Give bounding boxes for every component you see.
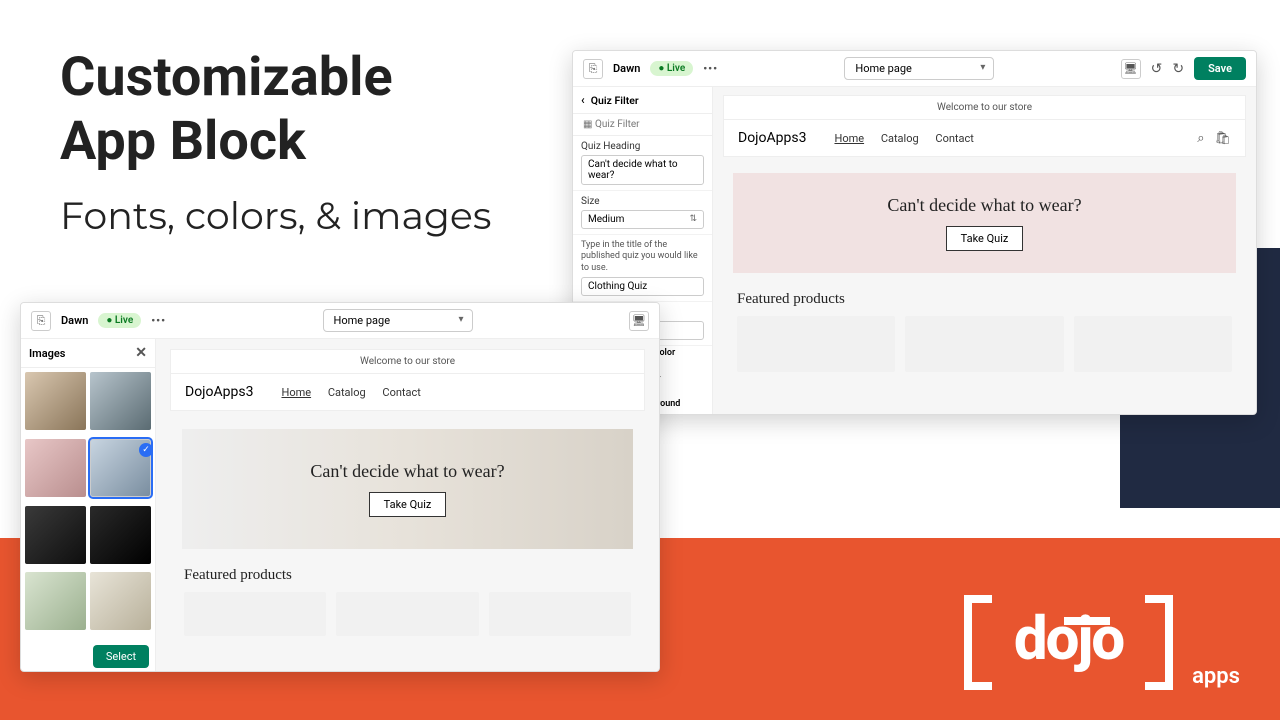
settings-header[interactable]: ‹ Quiz Filter — [573, 87, 712, 114]
editor-window-images: ⎘ Dawn ● Live ••• Home page 🖥 Images ✕ — [20, 302, 660, 672]
image-thumb[interactable] — [25, 439, 86, 497]
nav-contact[interactable]: Contact — [382, 386, 420, 399]
field-size: Size Medium — [573, 191, 712, 235]
quiz-heading-label: Quiz Heading — [581, 141, 704, 152]
announcement-bar: Welcome to our store — [723, 95, 1246, 120]
page-selector-dropdown[interactable]: Home page — [323, 309, 473, 332]
desktop-view-button[interactable]: 🖥 — [629, 311, 649, 331]
quiz-hint: Type in the title of the published quiz … — [581, 240, 704, 274]
image-thumb-selected[interactable] — [90, 439, 151, 497]
images-sidebar: Images ✕ Select — [21, 339, 156, 672]
quiz-block[interactable]: Can't decide what to wear? Take Quiz — [733, 173, 1236, 273]
announcement-bar: Welcome to our store — [170, 349, 645, 374]
undo-button[interactable]: ↺ — [1151, 61, 1163, 77]
image-thumb[interactable] — [90, 372, 151, 430]
image-thumb[interactable] — [25, 372, 86, 430]
back-icon[interactable]: ‹ — [581, 93, 585, 107]
live-badge: ● Live — [98, 313, 141, 328]
quiz-title-input[interactable]: Clothing Quiz — [581, 277, 704, 296]
store-brand: DojoApps3 — [185, 384, 253, 400]
featured-title: Featured products — [184, 567, 631, 584]
title-line-2: App Block — [60, 110, 306, 173]
quiz-heading-input[interactable]: Can't decide what to wear? — [581, 155, 704, 185]
store-preview: Welcome to our store DojoApps3 Home Cata… — [156, 339, 659, 672]
field-quiz-title: Type in the title of the published quiz … — [573, 235, 712, 302]
featured-cards — [184, 592, 631, 636]
brand-logo: dojo apps — [964, 595, 1240, 690]
quiz-heading: Can't decide what to wear? — [887, 195, 1081, 216]
store-preview: Welcome to our store DojoApps3 Home Cata… — [713, 87, 1256, 415]
bracket-right-icon — [1145, 595, 1173, 690]
settings-title: Quiz Filter — [591, 94, 639, 107]
editor-topbar: ⎘ Dawn ● Live ••• Home page 🖥 — [21, 303, 659, 339]
product-card[interactable] — [489, 592, 631, 636]
title-line-1: Customizable — [60, 46, 393, 109]
save-button[interactable]: Save — [1194, 57, 1246, 80]
theme-name: Dawn — [61, 314, 88, 327]
featured-cards — [737, 316, 1232, 372]
cart-icon[interactable]: 🛍 — [1214, 131, 1231, 146]
featured-title: Featured products — [737, 291, 1232, 308]
editor-window-settings: ⎘ Dawn ● Live ••• Home page 🖥 ↺ ↻ Save ‹… — [572, 50, 1257, 415]
nav-catalog[interactable]: Catalog — [881, 132, 919, 145]
store-nav: Home Catalog Contact — [834, 132, 987, 145]
logo-bar-icon — [1064, 617, 1110, 625]
theme-name: Dawn — [613, 62, 640, 75]
take-quiz-button[interactable]: Take Quiz — [369, 492, 447, 517]
quiz-block[interactable]: Can't decide what to wear? Take Quiz — [182, 429, 633, 549]
nav-catalog[interactable]: Catalog — [328, 386, 366, 399]
product-card[interactable] — [336, 592, 478, 636]
live-badge: ● Live — [650, 61, 693, 76]
store-header: DojoApps3 Home Catalog Contact — [170, 374, 645, 411]
image-grid — [21, 368, 155, 639]
page-selector-dropdown[interactable]: Home page — [844, 57, 994, 80]
store-brand: DojoApps3 — [738, 130, 806, 146]
page-subtitle: Fonts, colors, & images — [60, 192, 491, 239]
image-thumb[interactable] — [25, 572, 86, 630]
product-card[interactable] — [905, 316, 1063, 372]
desktop-view-button[interactable]: 🖥 — [1121, 59, 1141, 79]
image-thumb[interactable] — [25, 506, 86, 564]
size-label: Size — [581, 196, 704, 207]
nav-home[interactable]: Home — [281, 386, 311, 399]
select-image-button[interactable]: Select — [93, 645, 149, 668]
redo-button[interactable]: ↻ — [1172, 61, 1184, 77]
field-quiz-heading: Quiz Heading Can't decide what to wear? — [573, 136, 712, 191]
size-select[interactable]: Medium — [581, 210, 704, 229]
product-card[interactable] — [737, 316, 895, 372]
settings-breadcrumb[interactable]: ▦ Quiz Filter — [573, 114, 712, 136]
nav-home[interactable]: Home — [834, 132, 864, 145]
more-menu-button[interactable]: ••• — [151, 314, 166, 327]
store-nav: Home Catalog Contact — [281, 386, 434, 399]
editor-topbar: ⎘ Dawn ● Live ••• Home page 🖥 ↺ ↻ Save — [573, 51, 1256, 87]
image-thumb[interactable] — [90, 506, 151, 564]
exit-editor-button[interactable]: ⎘ — [583, 59, 603, 79]
store-header: DojoApps3 Home Catalog Contact ⌕ 🛍 — [723, 120, 1246, 157]
logo-word: dojo — [1014, 603, 1123, 674]
page-title: Customizable App Block — [60, 45, 393, 173]
images-panel-title: Images — [29, 347, 65, 360]
bracket-left-icon — [964, 595, 992, 690]
quiz-heading: Can't decide what to wear? — [310, 461, 504, 482]
image-thumb[interactable] — [90, 572, 151, 630]
take-quiz-button[interactable]: Take Quiz — [946, 226, 1024, 251]
more-menu-button[interactable]: ••• — [703, 62, 718, 75]
nav-contact[interactable]: Contact — [935, 132, 973, 145]
product-card[interactable] — [184, 592, 326, 636]
exit-editor-button[interactable]: ⎘ — [31, 311, 51, 331]
product-card[interactable] — [1074, 316, 1232, 372]
close-icon[interactable]: ✕ — [135, 345, 147, 361]
logo-suffix: apps — [1192, 664, 1240, 689]
search-icon[interactable]: ⌕ — [1197, 131, 1204, 146]
